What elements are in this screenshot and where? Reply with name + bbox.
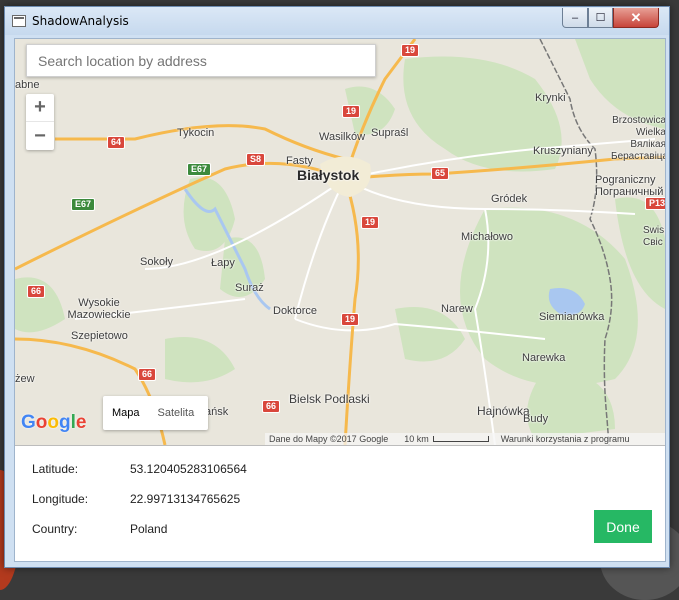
city-label-doktorce: Doktorce (273, 305, 318, 317)
maximize-button[interactable]: ☐ (588, 8, 613, 28)
map-type-control: Mapa Satelita (103, 396, 208, 430)
map-base-layer (15, 39, 665, 445)
latitude-value: 53.120405283106564 (130, 462, 247, 476)
road-badge-19: 19 (361, 216, 380, 229)
city-label-left-top: abne (15, 79, 40, 91)
close-button[interactable]: ✕ (613, 8, 659, 28)
city-label-kruszyniany: Kruszyniany (533, 145, 593, 157)
city-label-brzostowica-by: Вялікая Бераставіца (611, 139, 665, 162)
country-label: Country: (32, 522, 78, 536)
road-badge-66: 66 (27, 285, 46, 298)
city-label-left-mid: żew (15, 373, 35, 385)
road-badge-e67: E67 (187, 163, 212, 176)
scale-bar (432, 436, 489, 442)
city-label-narewka: Narewka (522, 352, 566, 364)
road-badge-64: 64 (107, 136, 126, 149)
road-badge-19: 19 (341, 313, 360, 326)
city-label-brzostowica: Brzostowica Wielka Вялікая Бераставіца (611, 115, 665, 163)
city-label-fasty: Fasty (286, 155, 313, 167)
city-label-wysokie: Wysokie Mazowieckie (67, 297, 131, 321)
zoom-in-button[interactable]: + (26, 94, 54, 122)
city-label-siemianowka: Siemianówka (539, 311, 605, 323)
app-icon (12, 15, 26, 27)
map-type-mapa-button[interactable]: Mapa (103, 407, 149, 419)
done-button[interactable]: Done (594, 510, 652, 543)
google-logo[interactable]: Google (21, 412, 86, 434)
attribution-text[interactable]: Dane do Mapy ©2017 Google (269, 434, 388, 444)
scale-label[interactable]: 10 km (404, 434, 429, 444)
location-info-panel: Latitude: 53.120405283106564 Longitude: … (15, 445, 665, 561)
city-label-szepietowo: Szepietowo (71, 330, 128, 342)
road-badge-19: 19 (401, 44, 420, 57)
minimize-button[interactable]: ‒ (562, 8, 588, 28)
city-label-brzostowica-pl: Brzostowica Wielka (612, 115, 665, 138)
map-view[interactable]: Białystok Tykocin Wasilków Supraśl Fasty… (15, 39, 665, 445)
city-label-swis: Swis Свіс (643, 225, 664, 249)
city-label-tykocin: Tykocin (177, 127, 215, 139)
terms-link[interactable]: Warunki korzystania z programu (501, 434, 630, 444)
location-search-input[interactable] (26, 44, 376, 77)
city-label-bialystok: Białystok (297, 167, 360, 183)
road-badge-65: 65 (431, 167, 450, 180)
city-label-swis-pl: Swis (643, 225, 665, 236)
city-label-budy: Budy (523, 413, 549, 425)
longitude-label: Longitude: (32, 492, 89, 506)
zoom-control: + − (26, 94, 54, 150)
road-badge-s8: S8 (246, 153, 266, 166)
road-badge-p13: P13 (645, 197, 665, 210)
longitude-value: 22.99713134765625 (130, 492, 241, 506)
city-label-narew: Narew (441, 303, 473, 315)
city-label-wasilkow: Wasilków (319, 131, 366, 143)
road-badge-e67: E67 (71, 198, 96, 211)
city-label-michalowo: Michałowo (461, 231, 513, 243)
window-title: ShadowAnalysis (32, 14, 129, 28)
road-badge-66: 66 (262, 400, 281, 413)
city-label-lapy: Łapy (211, 257, 235, 269)
zoom-out-button[interactable]: − (26, 122, 54, 150)
road-badge-19: 19 (342, 105, 361, 118)
country-value: Poland (130, 522, 168, 536)
city-label-swis-by: Свіс (643, 237, 663, 248)
latitude-label: Latitude: (32, 462, 79, 476)
city-label-krynki: Krynki (535, 92, 566, 104)
forest-areas (15, 39, 665, 439)
road-badge-66: 66 (138, 368, 157, 381)
city-label-pograniczny-pl: Pograniczny (595, 174, 656, 186)
city-label-hajnowka: Hajnówka (477, 404, 530, 418)
map-type-satelita-button[interactable]: Satelita (149, 407, 204, 419)
city-label-suprasl: Supraśl (371, 127, 409, 139)
city-label-suraz: Suraż (235, 282, 264, 294)
city-label-pograniczny: Pograniczny Пограничный (595, 174, 663, 198)
client-area: Białystok Tykocin Wasilków Supraśl Fasty… (14, 38, 666, 562)
app-window: ShadowAnalysis ‒ ☐ ✕ Białystok Tykocin W… (4, 6, 670, 568)
title-bar[interactable]: ShadowAnalysis ‒ ☐ ✕ (5, 7, 669, 35)
city-label-bielsk: Bielsk Podlaski (289, 392, 370, 406)
city-label-grodek: Gródek (491, 193, 528, 205)
city-label-left-bottom: ańsk (205, 406, 229, 418)
city-label-sokoly: Sokoły (140, 256, 174, 268)
map-attribution-bar: Dane do Mapy ©2017 Google 10 km Warunki … (265, 433, 665, 445)
